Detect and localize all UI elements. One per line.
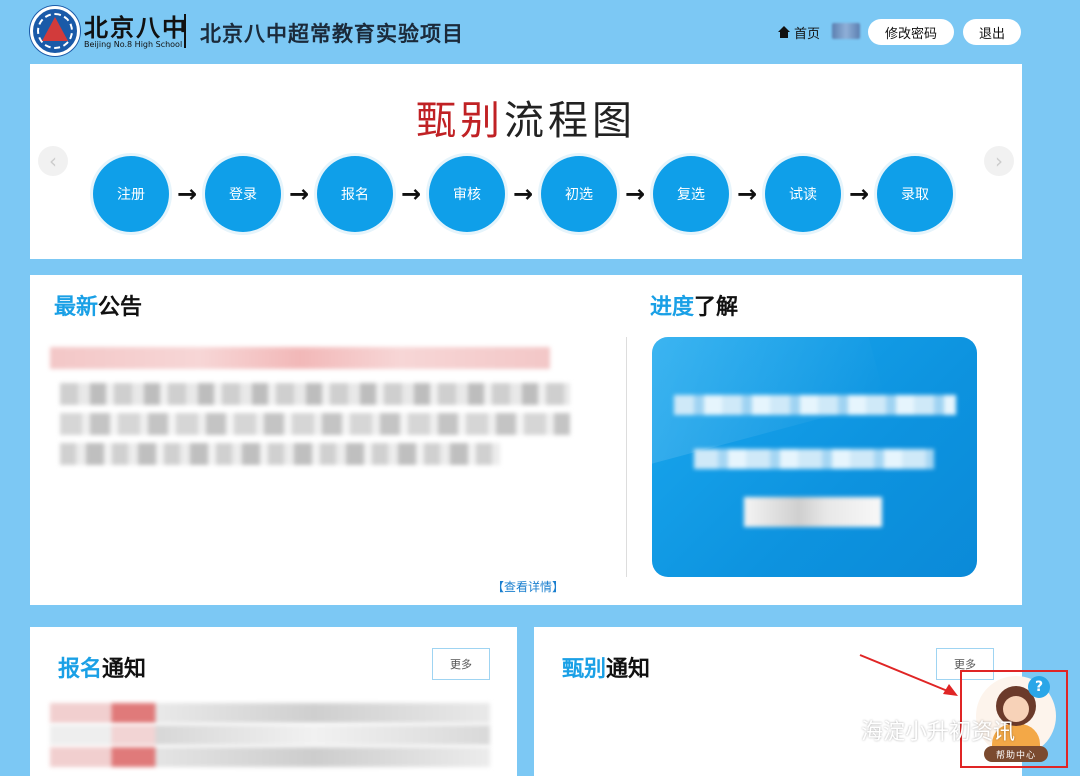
step-register[interactable]: 注册 [93, 156, 169, 232]
carousel-next-icon[interactable]: › [984, 146, 1014, 176]
home-icon [778, 26, 790, 38]
arrow-right-icon: → [512, 180, 534, 208]
step-review[interactable]: 审核 [429, 156, 505, 232]
arrow-right-icon: → [624, 180, 646, 208]
flow-title-red: 甄别 [416, 98, 504, 144]
top-header: 北京八中 Beijing No.8 High School 北京八中超常教育实验… [0, 0, 1080, 64]
news-panel: 最新公告 【查看详情】 进度了解 [30, 275, 1022, 605]
step-trial[interactable]: 试读 [765, 156, 841, 232]
school-logo-icon[interactable] [30, 6, 80, 56]
selection-notice-panel: 甄别通知 更多 [534, 627, 1022, 776]
watermark-text: 海淀小升初资讯 [861, 720, 1016, 745]
school-name-cn: 北京八中 [84, 13, 188, 42]
progress-card[interactable] [652, 337, 977, 577]
registration-list-redacted[interactable] [50, 703, 490, 776]
school-name-en: Beijing No.8 High School [84, 40, 183, 49]
home-link[interactable]: 首页 [778, 20, 820, 44]
step-apply[interactable]: 报名 [317, 156, 393, 232]
watermark: 海淀小升初资讯 [815, 714, 1015, 746]
home-label: 首页 [794, 26, 821, 42]
arrow-right-icon: → [400, 180, 422, 208]
step-admission[interactable]: 录取 [877, 156, 953, 232]
arrow-right-icon: → [288, 180, 310, 208]
arrow-right-icon: → [848, 180, 870, 208]
latest-announcement-title: 最新公告 [54, 295, 143, 320]
arrow-right-icon: → [176, 180, 198, 208]
flow-steps: 注册 → 登录 → 报名 → 审核 → 初选 → 复选 → 试读 → 录取 [93, 156, 953, 232]
wechat-icon [815, 718, 853, 742]
step-login[interactable]: 登录 [205, 156, 281, 232]
section-divider [626, 337, 627, 577]
progress-title: 进度了解 [650, 295, 739, 320]
logout-button[interactable]: 退出 [963, 19, 1021, 45]
project-title: 北京八中超常教育实验项目 [200, 22, 464, 46]
progress-button-redacted[interactable] [744, 497, 882, 527]
view-details-link[interactable]: 【查看详情】 [492, 578, 564, 595]
step-preliminary[interactable]: 初选 [541, 156, 617, 232]
progress-text-redacted-2 [694, 449, 934, 469]
flow-title-black: 流程图 [504, 98, 636, 144]
registration-notice-panel: 报名通知 更多 [30, 627, 517, 776]
registration-more-button[interactable]: 更多 [432, 648, 490, 680]
username-redacted [832, 23, 860, 39]
progress-text-redacted-1 [674, 395, 956, 415]
announcement-content-redacted[interactable] [50, 347, 570, 467]
carousel-prev-icon[interactable]: ‹ [38, 146, 68, 176]
flow-panel: 甄别流程图 ‹ › 注册 → 登录 → 报名 → 审核 → 初选 → 复选 → … [30, 64, 1022, 259]
flow-title: 甄别流程图 [30, 88, 1022, 146]
help-center-label: 帮助中心 [984, 746, 1048, 762]
change-password-button[interactable]: 修改密码 [868, 19, 954, 45]
step-second-round[interactable]: 复选 [653, 156, 729, 232]
arrow-right-icon: → [736, 180, 758, 208]
registration-notice-title: 报名通知 [58, 657, 147, 682]
question-icon: ? [1028, 676, 1050, 698]
header-divider [184, 14, 186, 48]
selection-notice-title: 甄别通知 [562, 657, 651, 682]
